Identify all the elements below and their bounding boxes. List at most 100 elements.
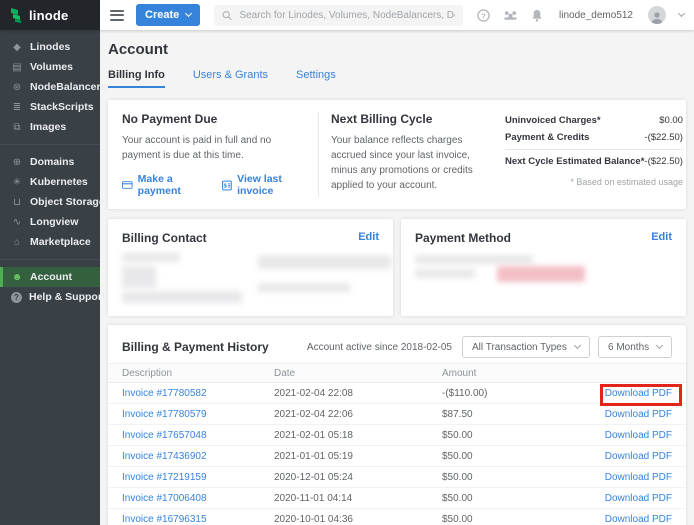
view-last-invoice-link[interactable]: $ View last invoice	[222, 173, 306, 197]
table-row: Invoice #17219159 2020-12-01 05:24 $50.0…	[108, 467, 686, 488]
transaction-type-select[interactable]: All Transaction Types	[462, 336, 590, 358]
invoice-date: 2021-02-01 05:18	[274, 430, 442, 441]
username: linode_demo512	[559, 10, 633, 21]
sidebar-item-volumes[interactable]: ▤ Volumes	[0, 57, 100, 77]
sidebar-item-label: Help & Support	[29, 291, 105, 303]
table-row: Invoice #17780579 2021-02-04 22:06 $87.5…	[108, 404, 686, 425]
invoice-amount: $50.00	[442, 493, 572, 504]
sidebar-item-label: Object Storage	[30, 196, 105, 208]
sidebar-item-linodes[interactable]: ◆ Linodes	[0, 37, 100, 57]
download-pdf-link[interactable]: Download PDF	[605, 493, 672, 504]
table-row: Invoice #17657048 2021-02-01 05:18 $50.0…	[108, 425, 686, 446]
billing-summary-card: No Payment Due Your account is paid in f…	[108, 100, 686, 209]
invoice-date: 2021-01-01 05:19	[274, 451, 442, 462]
estimated-balance-label: Next Cycle Estimated Balance*	[505, 156, 644, 167]
tab-users-grants[interactable]: Users & Grants	[193, 69, 268, 88]
invoice-amount: $50.00	[442, 514, 572, 525]
search-input[interactable]	[239, 10, 455, 21]
no-payment-due-title: No Payment Due	[122, 112, 306, 126]
download-pdf-link[interactable]: Download PDF	[605, 409, 672, 420]
invoice-link[interactable]: Invoice #17780582	[122, 388, 274, 399]
sidebar-group-compute: ◆ Linodes ▤ Volumes ⊛ NodeBalancers ≣ St…	[0, 30, 100, 144]
svg-text:$: $	[224, 183, 228, 189]
next-billing-cycle-title: Next Billing Cycle	[331, 112, 487, 126]
payment-method-title: Payment Method	[415, 231, 672, 245]
download-pdf-link[interactable]: Download PDF	[605, 451, 672, 462]
main-content: Account Billing Info Users & Grants Sett…	[100, 30, 694, 525]
download-pdf-link[interactable]: Download PDF	[605, 472, 672, 483]
brand-logo[interactable]: linode	[0, 0, 100, 30]
date-range-value: 6 Months	[608, 342, 649, 353]
search-icon	[222, 10, 232, 21]
invoice-amount: $50.00	[442, 430, 572, 441]
sidebar-nav: ◆ Linodes ▤ Volumes ⊛ NodeBalancers ≣ St…	[0, 30, 100, 525]
chevron-down-icon	[656, 342, 663, 349]
uninvoiced-charges-value: $0.00	[659, 115, 683, 126]
sidebar-item-nodebalancers[interactable]: ⊛ NodeBalancers	[0, 77, 100, 97]
sidebar-item-label: Domains	[30, 156, 74, 168]
column-date: Date	[274, 368, 442, 379]
invoice-date: 2021-02-04 22:08	[274, 388, 442, 399]
edit-payment-method-link[interactable]: Edit	[651, 231, 672, 243]
help-icon[interactable]: ?	[477, 9, 490, 22]
redacted-card-expiry	[415, 269, 475, 278]
invoice-date: 2021-02-04 22:06	[274, 409, 442, 420]
notifications-bell-icon[interactable]	[531, 9, 543, 22]
date-range-select[interactable]: 6 Months	[598, 336, 672, 358]
sidebar-item-stackscripts[interactable]: ≣ StackScripts	[0, 97, 100, 117]
tab-bar: Billing Info Users & Grants Settings	[108, 69, 686, 88]
volumes-icon: ▤	[11, 62, 23, 73]
table-row: Invoice #17436902 2021-01-01 05:19 $50.0…	[108, 446, 686, 467]
stackscripts-icon: ≣	[11, 102, 23, 113]
estimated-usage-footnote: * Based on estimated usage	[505, 177, 683, 187]
sidebar-item-longview[interactable]: ∿ Longview	[0, 212, 100, 232]
account-menu-chevron-icon[interactable]	[678, 10, 685, 17]
community-icon[interactable]	[503, 9, 518, 21]
estimated-balance-row: Next Cycle Estimated Balance* -($22.50)	[505, 149, 683, 170]
sidebar-item-label: Images	[30, 121, 66, 133]
table-row: Invoice #17006408 2020-11-01 04:14 $50.0…	[108, 488, 686, 509]
tab-billing-info[interactable]: Billing Info	[108, 69, 165, 88]
make-payment-link[interactable]: Make a payment	[122, 173, 204, 197]
invoice-amount: $87.50	[442, 409, 572, 420]
invoice-link[interactable]: Invoice #17436902	[122, 451, 274, 462]
avatar[interactable]	[648, 6, 666, 24]
download-pdf-link[interactable]: Download PDF	[605, 430, 672, 441]
sidebar-item-object-storage[interactable]: ⊔ Object Storage	[0, 192, 100, 212]
sidebar-item-marketplace[interactable]: ⌂ Marketplace	[0, 232, 100, 252]
uninvoiced-charges-label: Uninvoiced Charges*	[505, 115, 601, 126]
tab-settings[interactable]: Settings	[296, 69, 336, 88]
sidebar-item-kubernetes[interactable]: ✳ Kubernetes	[0, 172, 100, 192]
payment-credits-value: -($22.50)	[644, 132, 683, 143]
sidebar-item-label: Linodes	[30, 41, 70, 53]
sidebar-item-account[interactable]: ☻ Account	[0, 267, 100, 287]
search-bar[interactable]	[214, 5, 463, 26]
invoice-link[interactable]: Invoice #17657048	[122, 430, 274, 441]
svg-text:?: ?	[481, 11, 486, 20]
account-icon: ☻	[11, 272, 23, 283]
no-payment-due-panel: No Payment Due Your account is paid in f…	[122, 112, 318, 197]
redacted-card-number	[415, 255, 533, 264]
invoice-link[interactable]: Invoice #16796315	[122, 514, 274, 525]
brand-name: linode	[29, 8, 68, 23]
sidebar-item-label: StackScripts	[30, 101, 94, 113]
sidebar-item-help-support[interactable]: ? Help & Support	[0, 287, 100, 307]
invoice-link[interactable]: Invoice #17780579	[122, 409, 274, 420]
menu-hamburger-icon[interactable]	[110, 10, 124, 21]
redacted-contact-company	[122, 266, 156, 288]
edit-billing-contact-link[interactable]: Edit	[358, 231, 379, 243]
create-button[interactable]: Create	[136, 4, 200, 26]
bucket-icon: ⊔	[11, 197, 23, 208]
invoice-date: 2020-11-01 04:14	[274, 493, 442, 504]
sidebar-item-images[interactable]: ⧉ Images	[0, 117, 100, 137]
sidebar-item-domains[interactable]: ⊕ Domains	[0, 152, 100, 172]
download-pdf-link[interactable]: Download PDF	[605, 388, 672, 399]
images-icon: ⧉	[11, 122, 23, 133]
invoice-link[interactable]: Invoice #17219159	[122, 472, 274, 483]
redacted-contact-phone	[258, 283, 350, 292]
invoice-link[interactable]: Invoice #17006408	[122, 493, 274, 504]
sidebar-item-label: Marketplace	[30, 236, 91, 248]
linode-logo-icon	[9, 7, 23, 23]
download-pdf-link[interactable]: Download PDF	[605, 514, 672, 525]
uninvoiced-charges-row: Uninvoiced Charges* $0.00	[505, 112, 683, 129]
